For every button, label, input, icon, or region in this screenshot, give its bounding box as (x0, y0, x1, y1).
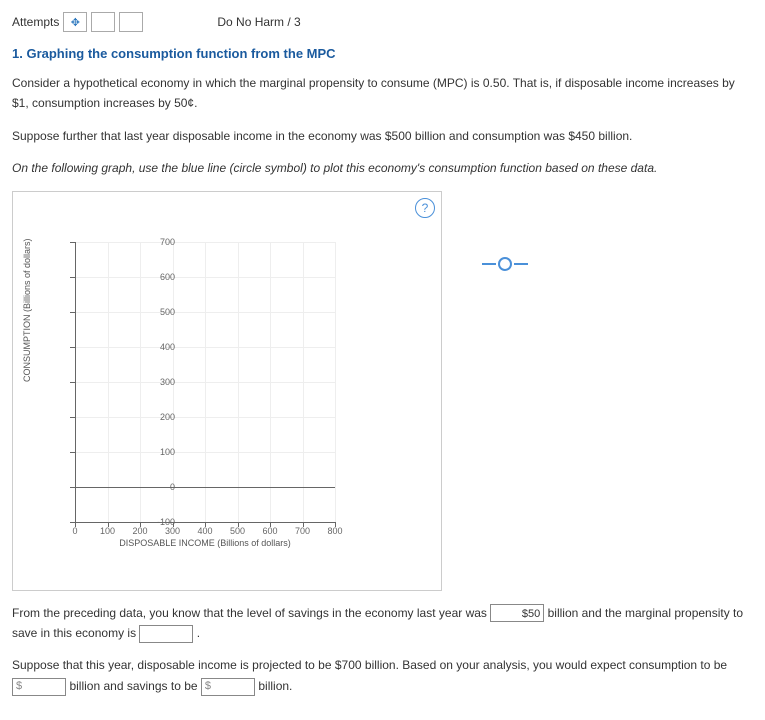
circle-icon (498, 257, 512, 271)
graph-panel[interactable]: ? CONSUMPTION (Billions of dollars) DISP… (12, 191, 442, 591)
consumption-input[interactable]: $ (12, 678, 66, 696)
paragraph-1: Consider a hypothetical economy in which… (12, 73, 753, 114)
y-tick: 400 (145, 342, 175, 352)
y-axis-label: CONSUMPTION (Billions of dollars) (22, 238, 32, 382)
graph-instruction: On the following graph, use the blue lin… (12, 158, 753, 178)
do-no-harm-label: Do No Harm / 3 (217, 15, 300, 29)
paragraph-2: Suppose further that last year disposabl… (12, 126, 753, 146)
text-p2c: billion. (258, 679, 292, 693)
text-p2a: Suppose that this year, disposable incom… (12, 658, 727, 672)
chart-plot-area[interactable] (75, 242, 335, 522)
legend-consumption-function[interactable] (482, 257, 528, 271)
text-post-savings-b: economy is (75, 626, 136, 640)
x-tick: 100 (100, 526, 115, 536)
y-tick: 0 (145, 482, 175, 492)
x-tick: 500 (230, 526, 245, 536)
y-tick: 300 (145, 377, 175, 387)
x-tick: 0 (72, 526, 77, 536)
y-tick: 200 (145, 412, 175, 422)
savings-input[interactable]: $ (201, 678, 255, 696)
question-title: 1. Graphing the consumption function fro… (12, 46, 753, 61)
x-tick: 200 (132, 526, 147, 536)
text-p2b: billion and savings to be (69, 679, 197, 693)
y-tick: 600 (145, 272, 175, 282)
legend-line-left (482, 263, 496, 265)
attempts-current[interactable]: ✥ (63, 12, 87, 32)
attempts-slot-2[interactable] (119, 12, 143, 32)
x-tick: 400 (197, 526, 212, 536)
help-icon[interactable]: ? (415, 198, 435, 218)
x-axis-label: DISPOSABLE INCOME (Billions of dollars) (75, 538, 335, 548)
attempts-slot-1[interactable] (91, 12, 115, 32)
mps-input[interactable] (139, 625, 193, 643)
legend-line-right (514, 263, 528, 265)
x-tick: 300 (165, 526, 180, 536)
text-pre-savings: From the preceding data, you know that t… (12, 606, 487, 620)
followup-paragraph-1: From the preceding data, you know that t… (12, 603, 753, 644)
y-tick: 500 (145, 307, 175, 317)
x-tick: 600 (262, 526, 277, 536)
attempts-label: Attempts (12, 15, 59, 29)
x-tick: 800 (327, 526, 342, 536)
savings-value-input[interactable]: $50 (490, 604, 544, 622)
followup-paragraph-2: Suppose that this year, disposable incom… (12, 655, 753, 696)
period-1: . (197, 626, 200, 640)
y-tick: 100 (145, 447, 175, 457)
y-tick: 700 (145, 237, 175, 247)
x-tick: 700 (295, 526, 310, 536)
